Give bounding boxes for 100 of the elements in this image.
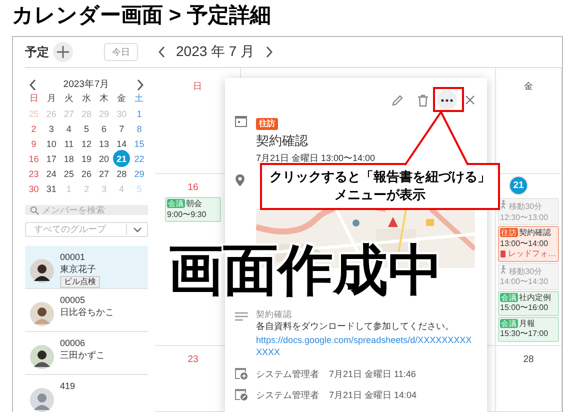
page-title: カレンダー画面 > 予定詳細 bbox=[11, 2, 272, 29]
weekday-label: 日 bbox=[28, 92, 40, 105]
avatar bbox=[30, 302, 54, 326]
member-item[interactable]: 00005 日比谷ちかこ bbox=[25, 289, 148, 332]
event-time: 13:00〜14:00 bbox=[500, 238, 550, 249]
weekday-label: 金 bbox=[116, 92, 128, 105]
today-button[interactable]: 今日 bbox=[104, 43, 138, 61]
calendar-day[interactable]: 9 bbox=[26, 136, 42, 151]
member-name: 東京花子 bbox=[60, 263, 96, 275]
walking-person-icon bbox=[500, 200, 507, 209]
calendar-day[interactable]: 21 bbox=[113, 150, 130, 167]
member-name: 三田かずこ bbox=[60, 349, 105, 361]
mini-calendar-month: 2023年7月 bbox=[63, 78, 110, 91]
member-item[interactable]: 00001 東京花子 ビル点検 bbox=[25, 246, 148, 289]
weekday-label: 水 bbox=[80, 92, 92, 105]
date-label[interactable]: 16 bbox=[188, 180, 198, 194]
event-title: 社内定例 bbox=[519, 292, 551, 302]
event-time: 9:00〜9:30 bbox=[167, 210, 208, 220]
member-id: 419 bbox=[60, 380, 76, 392]
location-pin-icon bbox=[235, 174, 245, 187]
calendar-day[interactable]: 13 bbox=[96, 136, 112, 151]
event-time: 14:00〜14:30 bbox=[500, 277, 550, 288]
calendar-day[interactable]: 25 bbox=[60, 166, 77, 181]
calendar-day[interactable]: 31 bbox=[43, 181, 60, 196]
calendar-day[interactable]: 29 bbox=[131, 166, 148, 181]
calendar-day[interactable]: 5 bbox=[78, 121, 94, 136]
calendar-day[interactable]: 23 bbox=[26, 166, 42, 181]
date-label[interactable]: 23 bbox=[188, 352, 198, 366]
group-select[interactable]: すべてのグループ bbox=[25, 222, 148, 237]
document-link[interactable]: https://docs.google.com/spreadsheets/d/XXXXXXXXXXXXX bbox=[256, 334, 475, 358]
history-time: 7月21日 金曜日 11:46 bbox=[329, 368, 416, 381]
member-item[interactable]: 00006 三田かずこ bbox=[25, 332, 148, 375]
calendar-day[interactable]: 11 bbox=[60, 136, 77, 151]
event-title: 移動30分 bbox=[509, 202, 542, 211]
weekday-label: 木 bbox=[98, 92, 110, 105]
member-name: 日比谷ちかこ bbox=[60, 306, 114, 318]
calendar-day[interactable]: 24 bbox=[43, 166, 60, 181]
calendar-day[interactable]: 6 bbox=[96, 121, 112, 136]
description-icon bbox=[235, 312, 248, 321]
weekday-label: 火 bbox=[63, 92, 74, 105]
history-user: システム管理者 bbox=[256, 389, 319, 402]
event-title: 契約確認 bbox=[519, 228, 551, 237]
more-icon bbox=[441, 98, 453, 102]
calendar-day[interactable]: 2 bbox=[26, 121, 42, 136]
event-title: 移動30分 bbox=[509, 266, 542, 276]
avatar bbox=[30, 388, 54, 412]
pencil-icon[interactable] bbox=[391, 94, 404, 106]
calendar-day[interactable]: 3 bbox=[43, 121, 60, 136]
more-button[interactable] bbox=[437, 90, 457, 110]
date-label[interactable]: 21 bbox=[509, 176, 528, 195]
calendar-day[interactable]: 27 bbox=[96, 166, 112, 181]
calendar-day[interactable]: 15 bbox=[131, 136, 148, 151]
calendar-day[interactable]: 20 bbox=[96, 151, 112, 166]
event-tag: 往訪 bbox=[256, 118, 278, 130]
event-time: 15:30〜17:00 bbox=[500, 329, 550, 340]
date-label[interactable]: 28 bbox=[523, 352, 534, 366]
event-time: 15:00〜16:00 bbox=[500, 303, 550, 314]
plus-icon bbox=[57, 46, 69, 58]
calendar-day[interactable]: 22 bbox=[131, 151, 148, 166]
description-title: 契約確認 bbox=[256, 309, 293, 320]
calendar-edit-icon bbox=[235, 388, 248, 401]
close-icon[interactable] bbox=[465, 95, 475, 105]
calendar-event[interactable]: 移動30分 12:30〜13:00 bbox=[498, 198, 559, 225]
calendar-day[interactable]: 18 bbox=[60, 151, 77, 166]
description-text: 各自資料をダウンロードして参加してください。 bbox=[256, 320, 455, 332]
trash-icon[interactable] bbox=[417, 94, 429, 106]
calendar-event[interactable]: 移動30分 14:00〜14:30 bbox=[498, 262, 559, 290]
previous-month-icon[interactable] bbox=[29, 78, 37, 90]
add-button[interactable] bbox=[53, 42, 73, 62]
highlight-frame bbox=[433, 87, 464, 112]
calendar-day[interactable]: 7 bbox=[114, 121, 130, 136]
calendar-day[interactable]: 30 bbox=[26, 181, 42, 196]
event-datetime: 7月21日 金曜日 13:00〜14:00 bbox=[256, 152, 376, 164]
calendar-day[interactable]: 19 bbox=[78, 151, 94, 166]
next-month-icon[interactable] bbox=[264, 46, 273, 58]
previous-month-icon[interactable] bbox=[158, 46, 166, 58]
calendar-day[interactable]: 1 bbox=[131, 106, 148, 121]
member-id: 00005 bbox=[60, 294, 86, 306]
next-month-icon[interactable] bbox=[136, 78, 144, 90]
calendar-day[interactable]: 8 bbox=[131, 121, 148, 136]
calendar-icon bbox=[235, 115, 247, 127]
callout-pointer bbox=[404, 110, 469, 166]
calendar-day[interactable]: 12 bbox=[78, 136, 94, 151]
calendar-plus-icon bbox=[235, 367, 248, 380]
avatar bbox=[30, 259, 54, 283]
calendar-day[interactable]: 17 bbox=[43, 151, 60, 166]
search-icon bbox=[30, 206, 39, 214]
calendar-day[interactable]: 26 bbox=[78, 166, 94, 181]
calendar-day[interactable]: 4 bbox=[60, 121, 77, 136]
search-field[interactable]: メンバーを検索 bbox=[25, 205, 148, 215]
header-title: 予定 bbox=[25, 44, 49, 60]
member-item[interactable]: 419 bbox=[25, 375, 148, 412]
calendar-day[interactable]: 14 bbox=[114, 136, 130, 151]
weekday-label: 日 bbox=[192, 80, 203, 93]
calendar-day[interactable]: 16 bbox=[26, 151, 42, 166]
event-location: レッドフォ… bbox=[508, 249, 556, 260]
calendar-day[interactable]: 10 bbox=[43, 136, 60, 151]
event-title: 朝会 bbox=[186, 199, 202, 208]
calendar-day[interactable]: 28 bbox=[114, 166, 130, 181]
avatar bbox=[30, 345, 54, 369]
